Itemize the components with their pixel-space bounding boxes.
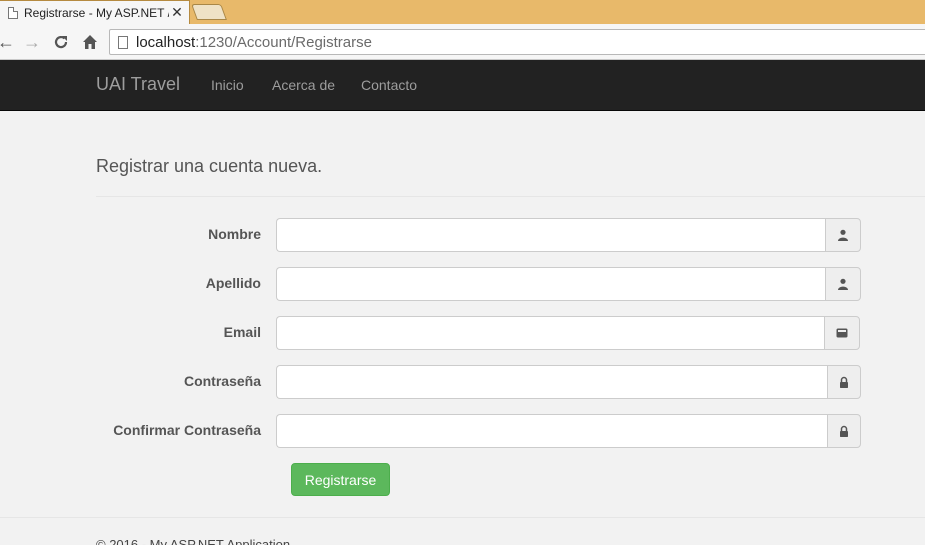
label-apellido: Apellido — [205, 275, 261, 291]
nav-link-contacto[interactable]: Contacto — [361, 77, 417, 93]
user-icon — [825, 218, 861, 252]
contrasena-input-group — [276, 365, 861, 399]
apellido-input-group — [276, 267, 861, 301]
page-icon — [8, 6, 18, 19]
label-contrasena: Contraseña — [183, 373, 261, 389]
confirmar-contrasena-input-group — [276, 414, 861, 448]
email-input[interactable] — [276, 316, 824, 350]
contrasena-input[interactable] — [276, 365, 827, 399]
nav-link-acerca-de[interactable]: Acerca de — [272, 77, 335, 93]
page-title: Registrar una cuenta nueva. — [96, 156, 323, 176]
page-info-icon — [118, 35, 128, 49]
confirmar-contrasena-input[interactable] — [276, 414, 827, 448]
footer-divider — [0, 517, 925, 518]
tab-title: Registrarse - My ASP.NET / — [24, 5, 169, 20]
label-nombre: Nombre — [208, 226, 261, 242]
browser-toolbar: ← → localhost:1230/Account/Registrarse — [0, 24, 925, 60]
nav-link-inicio[interactable]: Inicio — [211, 77, 244, 93]
envelope-icon — [824, 316, 860, 350]
url-host: localhost — [136, 33, 196, 51]
divider — [96, 196, 925, 197]
reload-icon[interactable] — [51, 31, 71, 53]
label-confirmar-contrasena: Confirmar Contraseña — [113, 422, 261, 438]
home-icon[interactable] — [80, 31, 100, 53]
label-email: Email — [223, 324, 261, 340]
close-tab-icon[interactable]: ✕ — [169, 4, 185, 21]
new-tab-button[interactable] — [191, 4, 227, 20]
apellido-input[interactable] — [276, 267, 825, 301]
email-input-group — [276, 316, 860, 350]
address-bar[interactable]: localhost:1230/Account/Registrarse — [109, 29, 925, 55]
back-icon[interactable]: ← — [0, 31, 16, 53]
footer-text: © 2016 - My ASP.NET Application — [96, 537, 291, 545]
url-path: :1230/Account/Registrarse — [195, 33, 372, 51]
user-icon — [825, 267, 861, 301]
lock-icon — [827, 365, 861, 399]
forward-icon[interactable]: → — [22, 31, 42, 53]
nombre-input[interactable] — [276, 218, 825, 252]
registrarse-button[interactable]: Registrarse — [291, 463, 390, 496]
nombre-input-group — [276, 218, 861, 252]
lock-icon — [827, 414, 861, 448]
brand-link[interactable]: UAI Travel — [96, 74, 180, 95]
browser-tab[interactable]: Registrarse - My ASP.NET / ✕ — [0, 0, 190, 24]
site-navbar: UAI Travel Inicio Acerca de Contacto — [0, 60, 925, 111]
browser-tab-strip: Registrarse - My ASP.NET / ✕ — [0, 0, 925, 24]
